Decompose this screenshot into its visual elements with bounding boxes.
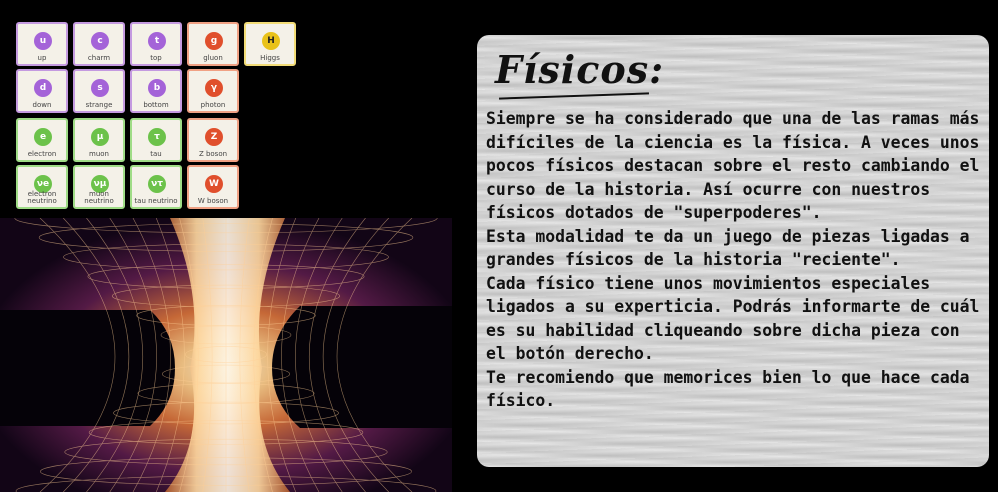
particle-card-top: t top [130, 22, 182, 66]
particle-card-higgs: H Higgs [244, 22, 296, 66]
particle-name: muon neutrino [84, 190, 114, 205]
particle-name: electron neutrino [27, 190, 57, 205]
particle-symbol: c [91, 32, 109, 50]
particle-symbol: s [91, 79, 109, 97]
particle-card-bottom: b bottom [130, 69, 182, 113]
particle-symbol: u [34, 32, 52, 50]
particle-card-up: u up [16, 22, 68, 66]
particle-card-photon: γ photon [187, 69, 239, 113]
particle-symbol: ντ [148, 175, 166, 193]
particle-card-muon: μ muon [73, 118, 125, 162]
standard-model-particle-chart: u up c charm t top g gluon H Higgs d down s strange b b… [16, 22, 306, 214]
particle-card-down: d down [16, 69, 68, 113]
particle-card-z-boson: Z Z boson [187, 118, 239, 162]
particle-card-tau-neutrino: ντ tau neutrino [130, 165, 182, 209]
particle-name: Higgs [260, 54, 280, 62]
particle-name: electron [27, 150, 57, 158]
particle-name: Z boson [198, 150, 228, 158]
particle-name: strange [85, 101, 113, 109]
particle-name: photon [200, 101, 226, 109]
particle-symbol: H [262, 32, 280, 50]
particle-symbol: τ [148, 128, 166, 146]
particle-symbol: Z [205, 128, 223, 146]
particle-card-electron: e electron [16, 118, 68, 162]
title-underline [499, 92, 649, 100]
particle-symbol: g [205, 32, 223, 50]
particle-card-strange: s strange [73, 69, 125, 113]
panel-description: Siempre se ha considerado que una de las… [486, 109, 980, 410]
particle-name: down [32, 101, 52, 109]
particle-name: tau neutrino [134, 197, 178, 205]
particle-symbol: γ [205, 79, 223, 97]
particle-name: top [150, 54, 162, 62]
particle-symbol: e [34, 128, 52, 146]
particle-name: charm [87, 54, 111, 62]
particle-symbol: μ [91, 128, 109, 146]
particle-symbol: d [34, 79, 52, 97]
particle-name: tau [150, 150, 162, 158]
particle-card-w-boson: W W boson [187, 165, 239, 209]
particle-card-gluon: g gluon [187, 22, 239, 66]
particle-card-electron-neutrino: νe electron neutrino [16, 165, 68, 209]
panel-title: Físicos: [495, 47, 665, 92]
particle-symbol: W [205, 175, 223, 193]
particle-symbol: b [148, 79, 166, 97]
particle-name: bottom [143, 101, 169, 109]
particle-name: up [37, 54, 47, 62]
particle-name: gluon [203, 54, 223, 62]
particle-card-tau: τ tau [130, 118, 182, 162]
particle-card-charm: c charm [73, 22, 125, 66]
particle-name: muon [89, 150, 109, 158]
particle-card-muon-neutrino: νμ muon neutrino [73, 165, 125, 209]
particle-name: W boson [197, 197, 229, 205]
wormhole-image [0, 218, 452, 492]
particle-symbol: t [148, 32, 166, 50]
text-panel: Físicos: Siempre se ha considerado que u… [477, 35, 989, 467]
